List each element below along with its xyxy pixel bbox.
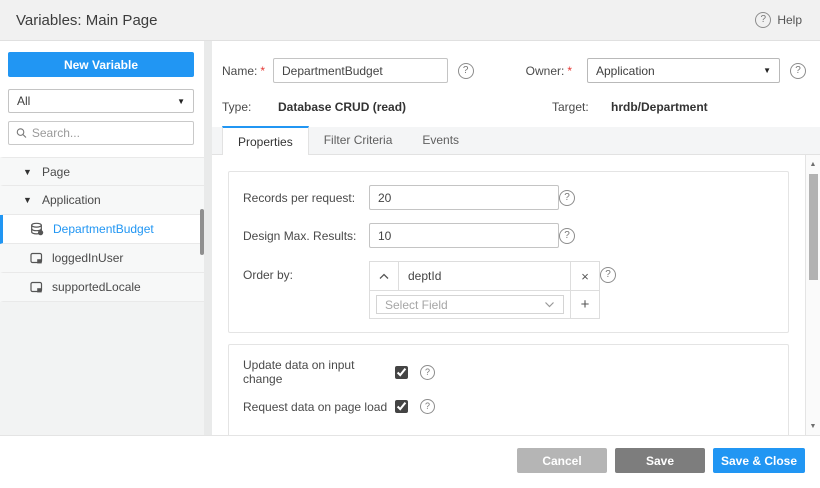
update-on-input-row: Update data on input change ? bbox=[243, 358, 774, 386]
sidebar-scrollbar-thumb[interactable] bbox=[200, 209, 204, 255]
caret-down-icon: ▼ bbox=[763, 66, 771, 75]
add-icon: + bbox=[580, 296, 590, 313]
help-label: Help bbox=[777, 13, 802, 27]
type-value: Database CRUD (read) bbox=[278, 100, 407, 114]
chevron-down-icon bbox=[545, 302, 554, 308]
variable-filter-value: All bbox=[17, 94, 31, 108]
design-max-results-input[interactable] bbox=[369, 223, 559, 248]
name-label: Name: * bbox=[222, 63, 266, 78]
target-label: Target: bbox=[552, 100, 589, 114]
data-settings-panel: Records per request: ? Design Max. Resul… bbox=[228, 171, 789, 333]
tree-item-label: DepartmentBudget bbox=[53, 222, 154, 236]
variables-dialog: Variables: Main Page ? Help New Variable… bbox=[0, 0, 820, 488]
tree-item-page[interactable]: ▼ Page bbox=[0, 157, 204, 186]
type-target-row: Type: Database CRUD (read) Target: hrdb/… bbox=[222, 100, 806, 114]
variable-filter-select[interactable]: All ▼ bbox=[8, 89, 194, 113]
update-on-input-checkbox[interactable] bbox=[395, 365, 408, 379]
tree-item-departmentbudget[interactable]: DepartmentBudget bbox=[0, 215, 204, 244]
properties-tab-content: Records per request: ? Design Max. Resul… bbox=[212, 155, 805, 435]
order-direction-button[interactable] bbox=[370, 262, 398, 290]
target-value: hrdb/Department bbox=[611, 100, 708, 114]
variable-detail-panel: Name:* ? Owner:* Application ▼ ? Type: bbox=[212, 41, 820, 435]
add-field-button[interactable]: + bbox=[571, 291, 599, 318]
variables-sidebar: New Variable All ▼ ▼ Page bbox=[0, 41, 204, 435]
cancel-button[interactable]: Cancel bbox=[517, 448, 607, 473]
search-input[interactable] bbox=[31, 126, 186, 140]
request-on-load-help-icon[interactable]: ? bbox=[420, 399, 435, 414]
tree-item-label: Application bbox=[42, 193, 101, 207]
owner-help-icon[interactable]: ? bbox=[790, 62, 806, 79]
type-label: Type: bbox=[222, 100, 252, 114]
records-per-request-label: Records per request: bbox=[243, 190, 356, 205]
order-by-row: Order by: deptId × Select Field + ? bbox=[243, 261, 774, 319]
records-help-icon[interactable]: ? bbox=[559, 189, 575, 206]
scrollbar-thumb[interactable] bbox=[809, 174, 818, 280]
name-help-icon[interactable]: ? bbox=[457, 62, 474, 79]
save-button[interactable]: Save bbox=[615, 448, 705, 473]
save-and-close-button[interactable]: Save & Close bbox=[713, 448, 805, 473]
collapse-arrow-icon[interactable]: ▼ bbox=[23, 167, 33, 177]
dialog-header: Variables: Main Page ? Help bbox=[0, 0, 820, 41]
request-on-load-row: Request data on page load ? bbox=[243, 399, 774, 414]
collapse-arrow-icon[interactable]: ▼ bbox=[23, 195, 33, 205]
owner-select[interactable]: Application ▼ bbox=[587, 58, 780, 83]
tree-item-loggedinuser[interactable]: loggedInUser bbox=[0, 244, 204, 273]
scroll-down-icon[interactable]: ▼ bbox=[806, 419, 820, 433]
chevron-up-icon bbox=[379, 273, 389, 279]
scroll-up-icon[interactable]: ▲ bbox=[806, 157, 820, 171]
design-max-results-row: Design Max. Results: ? bbox=[243, 223, 774, 248]
order-by-help-icon[interactable]: ? bbox=[600, 267, 616, 283]
tab-properties[interactable]: Properties bbox=[222, 126, 309, 155]
variables-tree: ▼ Page ▼ Application DepartmentBudget lo… bbox=[0, 157, 204, 302]
order-by-field-value: deptId bbox=[398, 262, 571, 290]
name-owner-row: Name:* ? Owner:* Application ▼ ? bbox=[222, 58, 806, 83]
search-box[interactable] bbox=[8, 121, 194, 145]
order-by-control: deptId × Select Field + bbox=[369, 261, 600, 319]
variable-icon bbox=[30, 281, 43, 292]
search-icon bbox=[16, 128, 27, 138]
required-asterisk: * bbox=[567, 63, 572, 78]
remove-field-button[interactable]: × bbox=[571, 262, 599, 290]
tab-bar: Properties Filter Criteria Events bbox=[212, 126, 820, 155]
select-field-cell: Select Field bbox=[370, 291, 571, 318]
records-per-request-input[interactable] bbox=[369, 185, 559, 210]
help-icon: ? bbox=[755, 12, 772, 28]
records-per-request-row: Records per request: ? bbox=[243, 185, 774, 210]
owner-value: Application bbox=[596, 63, 655, 78]
name-input[interactable] bbox=[273, 58, 448, 83]
tree-item-label: loggedInUser bbox=[52, 251, 124, 265]
request-on-load-label: Request data on page load bbox=[243, 399, 388, 414]
new-variable-button[interactable]: New Variable bbox=[8, 52, 194, 77]
tree-item-application[interactable]: ▼ Application bbox=[0, 186, 204, 215]
content-scrollbar[interactable]: ▲ ▼ bbox=[805, 155, 820, 435]
owner-label: Owner: * bbox=[525, 63, 572, 78]
tree-item-label: Page bbox=[42, 164, 71, 179]
help-button[interactable]: ? Help bbox=[755, 12, 802, 28]
tab-filter-criteria[interactable]: Filter Criteria bbox=[309, 126, 408, 154]
select-field-placeholder: Select Field bbox=[385, 297, 448, 312]
remove-icon: × bbox=[581, 268, 589, 284]
page-title: Variables: Main Page bbox=[16, 11, 158, 29]
order-by-label: Order by: bbox=[243, 268, 294, 282]
sidebar-filler bbox=[0, 302, 204, 435]
variable-icon bbox=[30, 252, 43, 263]
dialog-footer: Cancel Save Save & Close bbox=[0, 436, 820, 488]
caret-down-icon: ▼ bbox=[177, 96, 185, 106]
database-variable-icon bbox=[31, 222, 44, 236]
required-asterisk: * bbox=[260, 63, 266, 78]
update-on-input-label: Update data on input change bbox=[243, 358, 355, 386]
tree-item-label: supportedLocale bbox=[52, 280, 141, 294]
update-on-input-help-icon[interactable]: ? bbox=[420, 364, 435, 380]
design-max-help-icon[interactable]: ? bbox=[559, 227, 575, 244]
tree-item-supportedlocale[interactable]: supportedLocale bbox=[0, 273, 204, 302]
behavior-panel: Update data on input change ? Request da… bbox=[228, 344, 789, 435]
request-on-load-checkbox[interactable] bbox=[395, 400, 408, 413]
select-field-dropdown[interactable]: Select Field bbox=[376, 295, 564, 314]
sidebar-divider bbox=[204, 41, 212, 435]
tab-events[interactable]: Events bbox=[407, 126, 474, 154]
design-max-results-label: Design Max. Results: bbox=[243, 228, 357, 243]
